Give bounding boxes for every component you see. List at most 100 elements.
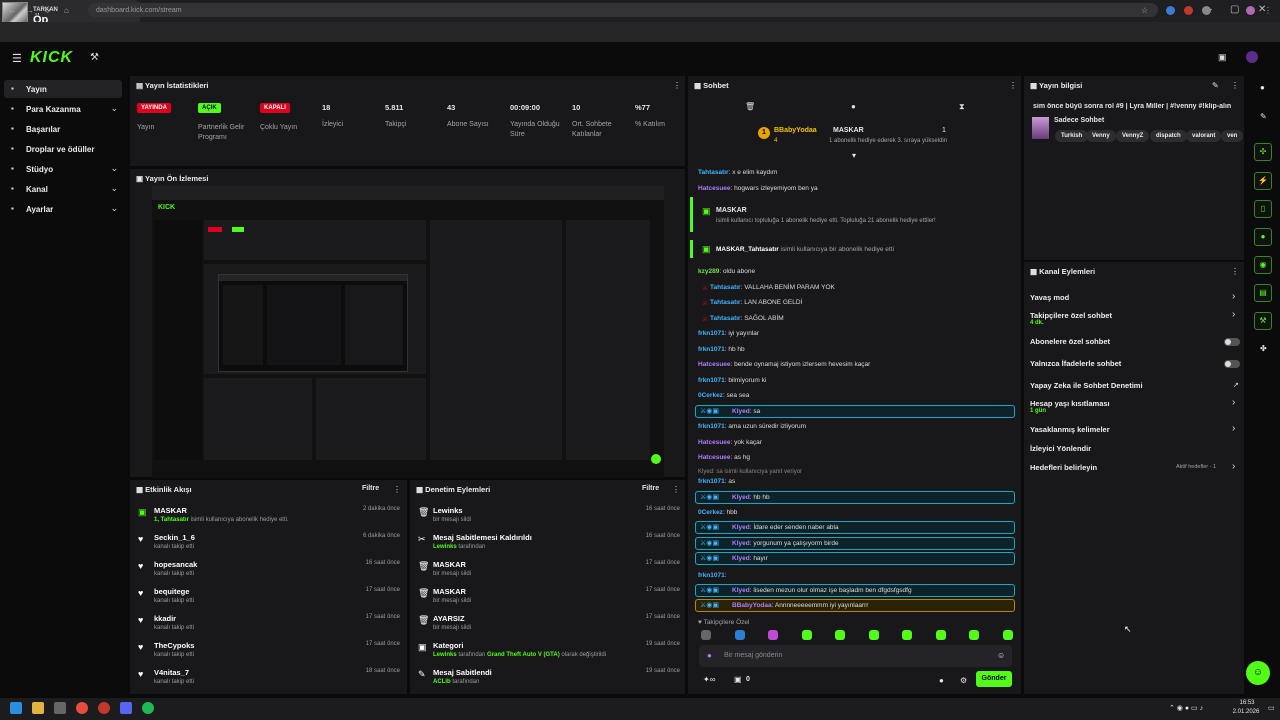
action-label[interactable]: Yavaş mod <box>1030 293 1069 302</box>
stream-tag[interactable]: valorant <box>1186 130 1222 142</box>
extension-icon[interactable] <box>1202 6 1211 15</box>
expand-icon[interactable]: ▾ <box>852 151 856 160</box>
forward-icon[interactable]: → <box>26 6 34 15</box>
chevron-down-icon[interactable]: ⌄ <box>110 183 118 194</box>
notification-icon[interactable]: ▭ <box>1268 704 1275 712</box>
stream-tag[interactable]: VennyZ <box>1116 130 1150 142</box>
more-icon[interactable]: ⋮ <box>1231 81 1239 90</box>
sidebar-item-2[interactable]: ▪ Para Kazanma ⌄ <box>4 100 122 118</box>
emote-icon[interactable] <box>734 630 745 640</box>
doc-icon[interactable]: ▯ <box>1254 200 1272 218</box>
spotify-icon[interactable] <box>142 702 154 714</box>
action-label[interactable]: Takipçilere özel sohbet <box>1030 311 1112 320</box>
file-explorer-icon[interactable] <box>32 702 44 714</box>
action-label[interactable]: Hesap yaşı kısıtlaması <box>1030 399 1110 408</box>
emote-icon[interactable] <box>935 630 946 640</box>
action-label[interactable]: Yalnızca İfadelerle sohbet <box>1030 359 1121 368</box>
chevron-right-icon[interactable]: › <box>1232 461 1235 472</box>
tray-icons[interactable]: ⌃ ◉ ● ▭ ♪ <box>1169 704 1203 712</box>
chat-username[interactable]: frkn1071 <box>698 330 725 337</box>
emote-icon[interactable] <box>768 630 778 640</box>
emote-icon[interactable] <box>969 630 979 640</box>
action-label[interactable]: Yapay Zeka ile Sohbet Denetimi <box>1030 381 1143 390</box>
stream-tag[interactable]: Turkish <box>1055 130 1089 142</box>
profile-avatar[interactable] <box>1246 6 1255 15</box>
address-field[interactable] <box>88 3 1158 17</box>
chat-username[interactable]: Hatcesuee <box>698 454 731 461</box>
chevron-right-icon[interactable]: › <box>1232 291 1235 302</box>
points-icon[interactable]: ✦∞ <box>703 675 715 684</box>
chevron-down-icon[interactable]: ⌄ <box>110 163 118 174</box>
action-label[interactable]: Hedefleri belirleyin <box>1030 463 1097 472</box>
chat-username[interactable]: Hatcesuee <box>698 439 731 446</box>
user-avatar[interactable] <box>1246 51 1258 63</box>
more-icon[interactable]: ⋮ <box>672 485 680 494</box>
stream-preview-video[interactable]: KICK <box>152 186 664 478</box>
wrench-icon[interactable]: ⚒ <box>1254 312 1272 330</box>
emote-icon[interactable] <box>1002 630 1013 640</box>
discord-icon[interactable] <box>120 702 132 714</box>
plugin-icon[interactable]: ✤ <box>1260 344 1267 353</box>
chat-username[interactable]: Klyed <box>732 494 750 501</box>
chrome-icon[interactable] <box>76 702 88 714</box>
more-icon[interactable]: ⋮ <box>673 81 681 90</box>
chat-username[interactable]: kzy289 <box>698 268 719 275</box>
broadcast-tool-icon[interactable]: ◉ <box>1254 256 1272 274</box>
chat-fab-button[interactable]: ☺ <box>1246 661 1270 685</box>
stream-tag[interactable]: Venny <box>1086 130 1116 142</box>
sidebar-item-3[interactable]: ▪ Başarılar <box>4 120 122 138</box>
emote-icon[interactable] <box>801 630 812 640</box>
chat-username[interactable]: BBabyYodaa <box>732 602 772 609</box>
chat-username[interactable]: 0Cerkez <box>698 392 723 399</box>
bolt-icon[interactable]: ⚡ <box>1254 172 1272 190</box>
info-icon[interactable]: ● <box>1260 83 1265 92</box>
trash-icon[interactable]: 🗑 <box>745 102 755 111</box>
stream-tag[interactable]: dispatch <box>1150 130 1187 142</box>
layout-icon[interactable]: ▤ <box>1254 284 1272 302</box>
chat-bubble-icon[interactable]: ● <box>939 676 944 685</box>
emote-icon[interactable] <box>902 630 912 640</box>
chat-username[interactable]: Hatcesuee <box>698 185 731 192</box>
extension-icon[interactable] <box>1166 6 1175 15</box>
filter-button[interactable]: Filtre <box>362 485 379 492</box>
chat-username[interactable]: frkn1071 <box>698 346 725 353</box>
emote-icon[interactable] <box>701 630 711 640</box>
bookmark-star-icon[interactable]: ☆ <box>1141 6 1148 15</box>
chevron-right-icon[interactable]: › <box>1232 309 1235 320</box>
chat-username[interactable]: Tahtasatır <box>710 299 741 306</box>
toggle-switch[interactable] <box>1224 360 1240 368</box>
emoji-icon[interactable]: ☺ <box>997 651 1005 660</box>
stream-tag[interactable]: ven <box>1221 130 1244 142</box>
chat-username[interactable]: 0Cerkez <box>698 509 723 516</box>
chat-username[interactable]: frkn1071 <box>698 423 725 430</box>
windows-start-icon[interactable] <box>10 702 22 714</box>
chat-username[interactable]: Klyed <box>732 408 750 415</box>
chat-username[interactable]: frkn1071 <box>698 377 725 384</box>
browser-menu-icon[interactable]: ⋮ <box>1264 6 1272 15</box>
chat-username[interactable]: Klyed <box>732 587 750 594</box>
emote-icon[interactable] <box>835 630 845 640</box>
action-label[interactable]: İzleyici Yönlendir <box>1030 444 1091 453</box>
pen-icon[interactable]: ✎ <box>1260 112 1267 121</box>
stats-tool-icon[interactable]: ✣ <box>1254 143 1272 161</box>
chevron-right-icon[interactable]: › <box>1232 397 1235 408</box>
edit-icon[interactable]: ✎ <box>1212 81 1219 90</box>
chat-username[interactable]: Tahtasatır <box>710 315 741 322</box>
chat-username[interactable]: Klyed <box>732 524 750 531</box>
more-icon[interactable]: ⋮ <box>1231 267 1239 276</box>
pin-tool-icon[interactable]: ⚒ <box>90 52 99 63</box>
chat-username[interactable]: Hatcesuee <box>698 361 731 368</box>
more-icon[interactable]: ⋮ <box>393 485 401 494</box>
extension-icon[interactable] <box>1184 6 1193 15</box>
emote-icon[interactable] <box>868 630 879 640</box>
sidebar-item-6[interactable]: ▪ Kanal ⌄ <box>4 180 122 198</box>
chevron-down-icon[interactable]: ⌄ <box>110 103 118 114</box>
chat-username[interactable]: frkn1071 <box>698 478 725 485</box>
hourglass-icon[interactable]: ⧗ <box>959 102 965 112</box>
send-button[interactable]: Gönder <box>976 671 1012 687</box>
action-label[interactable]: Abonelere özel sohbet <box>1030 337 1110 346</box>
chat-username[interactable]: Tahtasatır <box>698 169 729 176</box>
chat-username[interactable]: Tahtasatır <box>710 284 741 291</box>
taskview-icon[interactable] <box>54 702 66 714</box>
sidebar-item-7[interactable]: ▪ Ayarlar ⌄ <box>4 200 122 218</box>
